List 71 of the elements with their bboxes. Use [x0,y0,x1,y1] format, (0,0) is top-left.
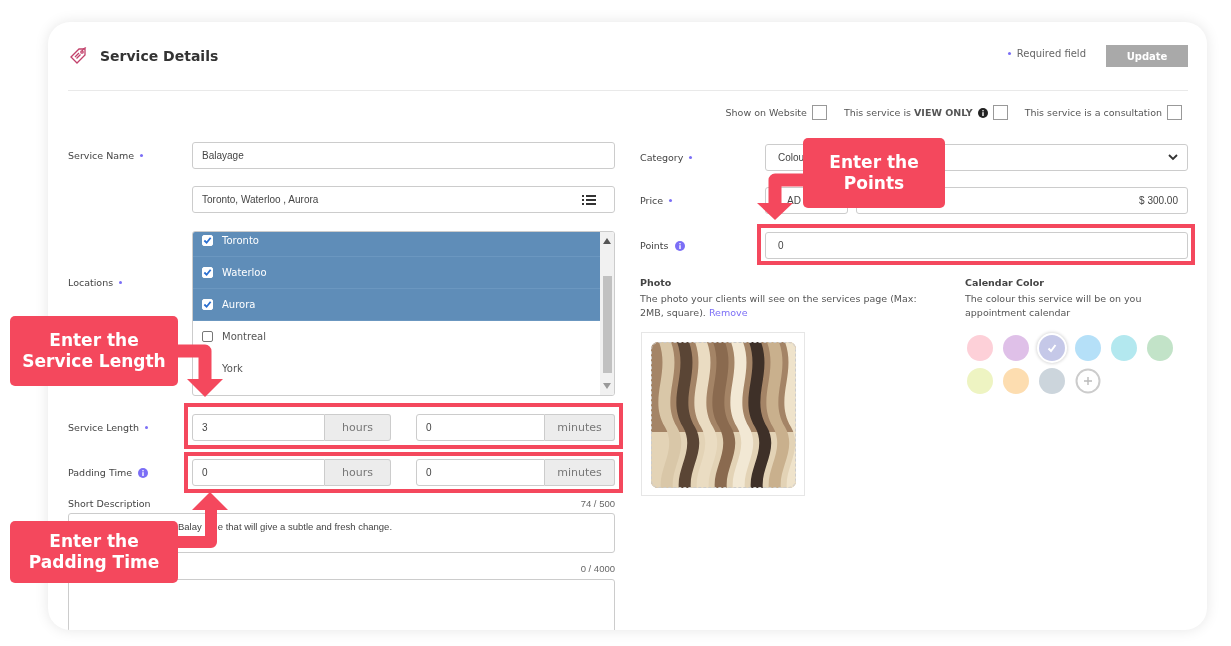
list-option[interactable]: Toronto [193,232,600,257]
callout-tooltip: Enter the Padding Time [10,521,178,583]
checkbox[interactable] [992,105,1008,120]
photo-description: The photo your clients will see on the services page (Max: 2MB, square). Remove [640,292,918,319]
character-counter: 74 / 500 [580,498,615,509]
callout-tooltip: Enter the Service Length [10,316,178,386]
callout-arrow [176,492,228,548]
field-value: Colou [778,152,805,163]
checkbox[interactable] [202,267,213,278]
checkbox[interactable] [202,235,213,246]
field-label: Short Description [68,498,151,509]
checkbox[interactable] [1167,105,1182,120]
callout-tooltip: Enter the Points [803,138,945,208]
color-swatch[interactable] [967,368,993,394]
required-dot [1007,51,1011,55]
scroll-up-icon [603,238,611,244]
color-swatch[interactable] [1003,335,1029,361]
scroll-down-icon [603,383,611,389]
callout-arrow [176,344,223,397]
checkbox[interactable] [811,105,827,120]
text-field[interactable]: Balayage [192,142,615,169]
locations-field[interactable]: Toronto, Waterloo , Aurora [192,186,615,213]
section-label: Calendar Color [965,277,1045,288]
option-label: Show on Website [725,107,807,118]
unit-label: minutes [545,414,615,441]
number-field[interactable]: 0 [416,414,545,441]
required-note: Required field [1016,47,1086,59]
chevron-down-icon [1168,154,1178,161]
field-label: Category [640,152,684,163]
field-label: Points [640,240,669,251]
description-text: e that will give a subtle and fresh change. [217,521,393,532]
field-label: Service Length [68,422,139,433]
unit-label: hours [325,459,391,486]
color-swatch[interactable] [1003,368,1029,394]
option-label: This service is a consultation [1024,107,1162,118]
color-swatch[interactable] [1075,335,1101,361]
unit-label: minutes [545,459,615,486]
field-label: Price [640,195,664,206]
number-field[interactable]: 3 [192,414,325,441]
character-counter: 0 / 4000 [580,563,615,574]
remove-link[interactable]: Remove [708,306,748,318]
number-field[interactable]: 0 [192,459,325,486]
color-swatch[interactable] [1111,335,1137,361]
field-label: Padding Time [68,467,133,478]
color-swatch[interactable] [1039,335,1065,361]
color-description: The colour this service will be on you appointment calendar [965,292,1143,319]
list-option[interactable]: Waterloo [193,257,600,289]
add-color-button[interactable] [1075,368,1101,394]
callout-arrow [757,173,805,220]
points-field[interactable]: 0 [765,232,1188,259]
option-label: This service is VIEW ONLY [843,107,973,118]
color-swatch[interactable] [967,335,993,361]
list-option[interactable]: Montreal [193,321,600,353]
color-swatch[interactable] [1039,368,1065,394]
description-text: Balay [178,521,202,532]
field-label: Service Name [68,150,135,161]
list-icon [582,194,596,205]
unit-label: hours [325,414,391,441]
section-label: Photo [640,277,673,288]
list-option[interactable]: Aurora [193,289,600,321]
checkbox[interactable] [202,331,213,342]
field-value: Toronto, Waterloo , Aurora [202,194,319,205]
number-field[interactable]: 0 [416,459,545,486]
scrollbar[interactable] [600,232,614,395]
page-title: Service Details [100,48,220,64]
checkbox[interactable] [202,299,213,310]
check-icon [1047,343,1057,353]
tag-icon [68,46,88,66]
color-swatch[interactable] [1147,335,1173,361]
field-label: Locations [68,277,114,288]
scroll-thumb[interactable] [602,276,612,373]
